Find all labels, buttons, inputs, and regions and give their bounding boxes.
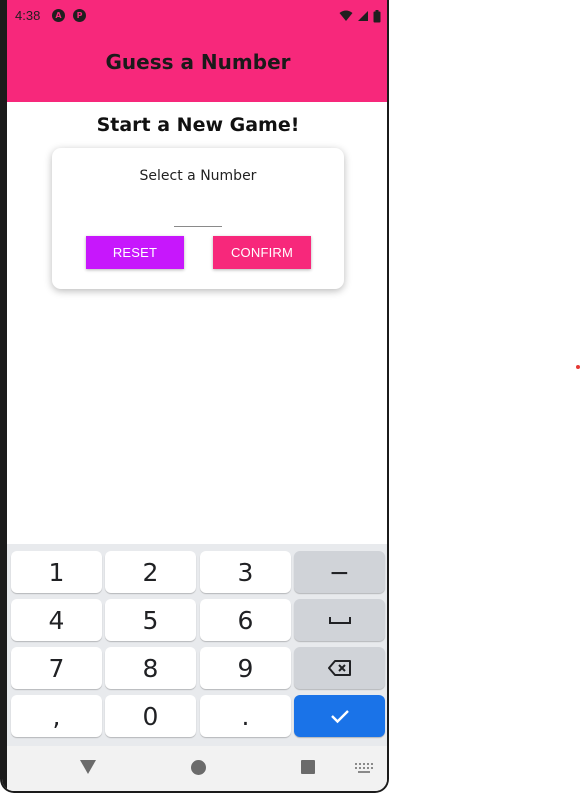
phone-frame: 4:38 A P Guess a Number Start a New Game… — [0, 0, 389, 793]
wifi-icon — [339, 10, 353, 21]
reset-button[interactable]: RESET — [86, 236, 184, 269]
key-backspace[interactable] — [294, 647, 385, 689]
page: 4:38 A P Guess a Number Start a New Game… — [0, 0, 584, 795]
battery-icon — [373, 9, 381, 22]
start-game-card: Select a Number RESET CONFIRM — [52, 148, 344, 289]
backspace-icon — [327, 660, 351, 676]
select-number-label: Select a Number — [139, 168, 257, 184]
status-time: 4:38 — [15, 8, 41, 23]
screen-title: Start a New Game! — [96, 114, 300, 136]
back-triangle-icon[interactable] — [80, 760, 96, 774]
key-9[interactable]: 9 — [200, 647, 291, 689]
key-2[interactable]: 2 — [105, 551, 196, 593]
app-title: Guess a Number — [105, 50, 291, 74]
key-4[interactable]: 4 — [11, 599, 102, 641]
status-bar: 4:38 A P — [7, 0, 387, 32]
key-7[interactable]: 7 — [11, 647, 102, 689]
key-0[interactable]: 0 — [105, 695, 196, 737]
number-input[interactable] — [174, 208, 222, 227]
recents-square-icon[interactable] — [301, 760, 315, 774]
key-period[interactable]: . — [200, 695, 291, 737]
numeric-keyboard: 1 2 3 − 4 5 6 7 8 9 , 0 . — [7, 544, 387, 746]
status-icons — [339, 8, 381, 24]
cell-signal-icon — [358, 11, 368, 21]
key-6[interactable]: 6 — [200, 599, 291, 641]
key-space[interactable] — [294, 599, 385, 641]
key-done[interactable] — [294, 695, 385, 737]
key-8[interactable]: 8 — [105, 647, 196, 689]
space-icon — [328, 617, 351, 624]
key-3[interactable]: 3 — [200, 551, 291, 593]
red-dot — [576, 365, 580, 369]
key-minus[interactable]: − — [294, 551, 385, 593]
confirm-button[interactable]: CONFIRM — [213, 236, 311, 269]
navigation-bar — [7, 746, 387, 791]
key-1[interactable]: 1 — [11, 551, 102, 593]
key-5[interactable]: 5 — [105, 599, 196, 641]
notification-app-icon: A — [52, 9, 65, 22]
checkmark-icon — [330, 710, 349, 724]
app-header: 4:38 A P Guess a Number — [7, 0, 387, 102]
key-comma[interactable]: , — [11, 695, 102, 737]
notification-app-icon: P — [73, 9, 86, 22]
keyboard-switch-icon[interactable] — [355, 763, 373, 774]
home-circle-icon[interactable] — [191, 760, 206, 775]
